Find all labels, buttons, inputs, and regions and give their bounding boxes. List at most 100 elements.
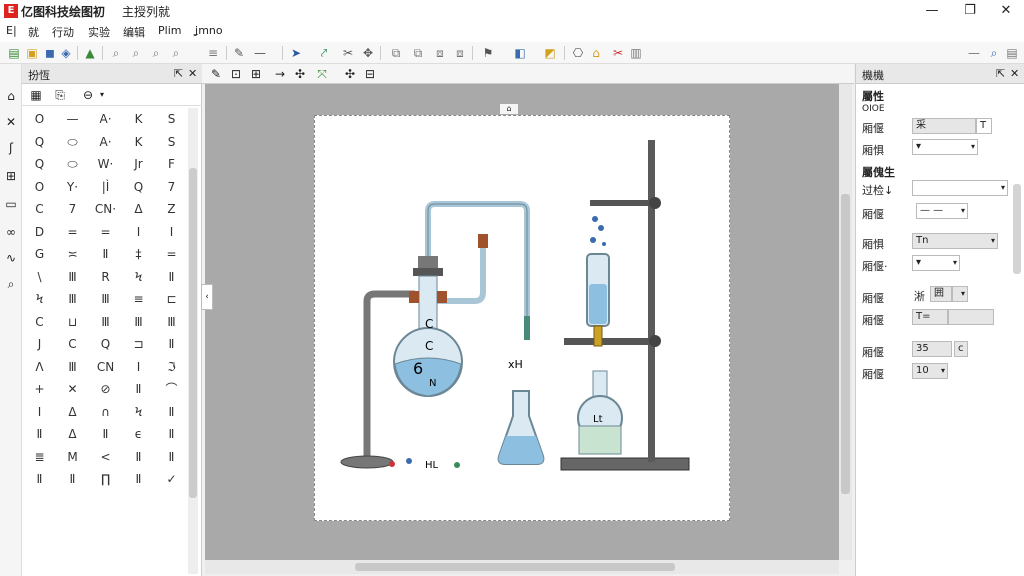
arrow-right-icon[interactable]: → xyxy=(272,66,288,82)
screen-icon[interactable]: ▭ xyxy=(3,196,19,212)
symbol-cell[interactable]: Ⅱ xyxy=(121,446,156,469)
symbol-cell[interactable]: \ xyxy=(22,266,57,289)
minus-icon[interactable]: — xyxy=(966,45,982,61)
canvas-horizontal-scrollbar[interactable] xyxy=(205,560,839,574)
row8-field-2[interactable] xyxy=(948,309,994,325)
layer-link-icon[interactable]: ⧈ xyxy=(452,45,468,61)
symbol-cell[interactable]: J xyxy=(22,333,57,356)
symbol-cell[interactable]: = xyxy=(154,243,189,266)
flag-icon[interactable]: ⚑ xyxy=(480,45,496,61)
wave-icon[interactable]: ∿ xyxy=(3,250,19,266)
symbol-cell[interactable]: O xyxy=(22,108,57,131)
open-folder-icon[interactable]: ▣ xyxy=(24,45,40,61)
group-icon[interactable]: ⧉ xyxy=(388,45,404,61)
symbol-cell[interactable]: C xyxy=(22,311,57,334)
symbol-cell[interactable]: G xyxy=(22,243,57,266)
line-icon[interactable]: — xyxy=(252,45,268,61)
symbol-cell[interactable]: Ⅱ xyxy=(88,243,123,266)
symbol-cell[interactable]: = xyxy=(55,221,90,244)
row1-field[interactable]: 采 xyxy=(912,118,976,134)
pin-icon[interactable]: ⇱ xyxy=(174,67,183,80)
symbol-cell[interactable]: Δ xyxy=(55,401,90,424)
symbol-cell[interactable]: Ⅱ xyxy=(121,378,156,401)
symbol-cell[interactable]: Δ xyxy=(55,423,90,446)
maximize-button[interactable]: ❐ xyxy=(952,0,988,22)
symbol-cell[interactable]: Ϟ xyxy=(22,288,57,311)
expand-icon[interactable]: ✣ xyxy=(342,66,358,82)
symbol-cell[interactable]: Q xyxy=(88,333,123,356)
symbol-cell[interactable]: Ⅲ xyxy=(55,266,90,289)
scissors-icon[interactable]: ✂ xyxy=(340,45,356,61)
symbol-cell[interactable]: < xyxy=(88,446,123,469)
symbol-cell[interactable]: ✓ xyxy=(154,468,189,491)
pencil-icon[interactable]: ✎ xyxy=(231,45,247,61)
row8-field[interactable]: T= xyxy=(912,309,948,325)
row2-select[interactable]: ▾ ▾ xyxy=(912,139,978,155)
symbol-cell[interactable]: S xyxy=(154,108,189,131)
symbol-cell[interactable]: 7 xyxy=(55,198,90,221)
distribute-icon[interactable]: ⊟ xyxy=(362,66,378,82)
symbol-cell[interactable]: K xyxy=(121,108,156,131)
symbol-cell[interactable]: S xyxy=(154,131,189,154)
vertical-scrollbar-thumb[interactable] xyxy=(841,194,850,494)
cut-icon[interactable]: ✂ xyxy=(610,45,626,61)
symbol-cell[interactable]: CN xyxy=(88,356,123,379)
menu-action[interactable]: 行动 xyxy=(52,24,74,40)
symbol-cell[interactable]: Ⅰ xyxy=(121,221,156,244)
symbol-cell[interactable]: F xyxy=(154,153,189,176)
new-file-icon[interactable]: ▤ xyxy=(6,45,22,61)
link-icon[interactable]: ∞ xyxy=(3,224,19,240)
page-anchor-icon[interactable]: ⌂ xyxy=(500,104,518,114)
symbol-cell[interactable]: ϵ xyxy=(121,423,156,446)
symbol-cell[interactable]: ∏ xyxy=(88,468,123,491)
symbol-cell[interactable]: Ϟ xyxy=(121,266,156,289)
menu-jmno[interactable]: ʝmno xyxy=(195,24,223,37)
symbol-cell[interactable]: Ⅰ xyxy=(22,401,57,424)
save-icon[interactable]: ◼ xyxy=(42,45,58,61)
symbol-cell[interactable]: ✕ xyxy=(55,378,90,401)
symbol-cell[interactable]: ≍ xyxy=(55,243,90,266)
menu-edit[interactable]: 编辑 xyxy=(123,24,145,40)
crop-icon[interactable]: ⊡ xyxy=(228,66,244,82)
row1-type-button[interactable]: T xyxy=(976,118,992,134)
symbol-scrollbar[interactable] xyxy=(188,108,198,574)
symbol-cell[interactable]: C xyxy=(22,198,57,221)
row6-select[interactable]: ▾ ▾ xyxy=(912,255,960,271)
symbol-cell[interactable]: C xyxy=(55,333,90,356)
symbol-cell[interactable]: Ⅱ xyxy=(55,468,90,491)
row4-select[interactable]: — — ▾ xyxy=(916,203,968,219)
ungroup-icon[interactable]: ⧉ xyxy=(410,45,426,61)
zoom-out-icon[interactable]: ⌕ xyxy=(108,45,124,61)
grid-icon[interactable]: ⊞ xyxy=(3,168,19,184)
chevron-down-icon[interactable]: ▾ xyxy=(94,87,110,103)
symbol-cell[interactable]: W· xyxy=(88,153,123,176)
pin-icon[interactable]: ⇱ xyxy=(996,67,1005,80)
fill-icon[interactable]: ◩ xyxy=(542,45,558,61)
symbol-cell[interactable]: I xyxy=(154,221,189,244)
symbol-cell[interactable]: Q xyxy=(22,153,57,176)
align-icon[interactable]: ≡ xyxy=(205,45,221,61)
lock-icon[interactable]: ⌂ xyxy=(588,45,604,61)
symbol-cell[interactable]: A· xyxy=(88,108,123,131)
symbol-cell[interactable]: Q xyxy=(22,131,57,154)
symbol-cell[interactable]: K xyxy=(121,131,156,154)
symbol-cell[interactable]: ⊔ xyxy=(55,311,90,334)
symbol-cell[interactable]: — xyxy=(55,108,90,131)
symbol-cell[interactable]: ⬭ xyxy=(55,131,90,154)
menu-plim[interactable]: Plim xyxy=(158,24,181,37)
symbol-cell[interactable]: Λ xyxy=(22,356,57,379)
symbol-cell[interactable]: ℑ xyxy=(154,356,189,379)
symbol-cell[interactable]: Z xyxy=(154,198,189,221)
row7-field[interactable]: 囲 xyxy=(930,286,952,302)
print-icon[interactable]: ◈ xyxy=(58,45,74,61)
symbol-cell[interactable]: |Ì xyxy=(88,176,123,199)
canvas-area[interactable]: ⌂ C C 6 N HL xH Lt xyxy=(205,84,839,560)
zoom-fit-icon[interactable]: ⌕ xyxy=(168,45,184,61)
symbol-cell[interactable]: + xyxy=(22,378,57,401)
close-button[interactable]: ✕ xyxy=(988,0,1024,22)
properties-scrollbar[interactable] xyxy=(1013,184,1021,274)
search-icon[interactable]: ⌕ xyxy=(3,276,19,292)
arrow-up-icon[interactable]: ▲ xyxy=(82,45,98,61)
grid-snap-icon[interactable]: ⊞ xyxy=(248,66,264,82)
symbol-cell[interactable]: Ⅱ xyxy=(154,266,189,289)
